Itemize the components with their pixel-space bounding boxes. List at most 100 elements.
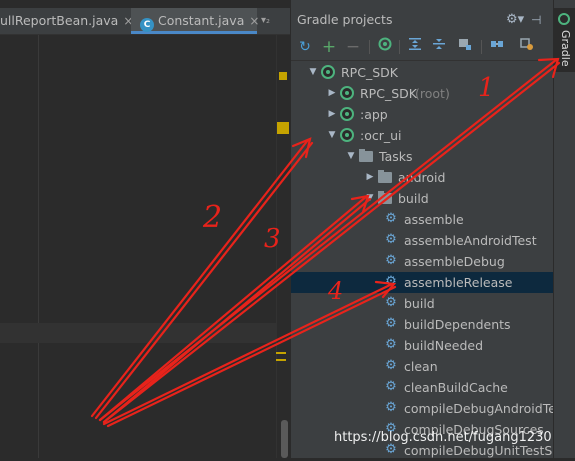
tree-row-sublabel: (root) [415, 86, 450, 101]
task-gear-icon: ⚙ [385, 232, 397, 247]
tab-label: Constant.java [158, 13, 245, 28]
hide-panel-icon[interactable]: ⊣ [531, 8, 541, 32]
tree-row-label: build [404, 296, 435, 311]
remove-icon[interactable]: − [343, 37, 363, 57]
tree-row-label: assembleAndroidTest [404, 233, 537, 248]
panel-header: Gradle projects ⚙▾ ⊣ [291, 8, 554, 32]
error-stripe[interactable] [276, 35, 291, 458]
task-gear-icon: ⚙ [385, 253, 397, 268]
task-gear-icon: ⚙ [385, 211, 397, 226]
task-gear-icon: ⚙ [385, 442, 397, 457]
collapsed-arrow-icon[interactable]: ▶ [365, 167, 375, 188]
task-gear-icon: ⚙ [385, 295, 397, 310]
tree-row-label: buildDependents [404, 317, 511, 332]
tree-row-label: :ocr_ui [360, 128, 402, 143]
tree-row[interactable]: ▶ :app [291, 104, 554, 125]
tree-row[interactable]: ⚙ assembleRelease [291, 272, 554, 293]
gradle-module-icon [340, 128, 354, 142]
gutter-divider [38, 35, 39, 458]
tree-row[interactable]: ⚙ buildNeeded [291, 335, 554, 356]
watermark: https://blog.csdn.net/fugang1230 [334, 430, 552, 445]
expanded-arrow-icon[interactable]: ▼ [327, 125, 337, 146]
warning-marker[interactable] [279, 72, 287, 80]
collapse-all-icon[interactable] [429, 37, 449, 57]
task-gear-icon: ⚙ [385, 316, 397, 331]
tree-row-label: assembleRelease [404, 275, 513, 290]
collapsed-arrow-icon[interactable]: ▶ [327, 104, 337, 125]
gradle-task-tree: ▼ RPC_SDK ▶ RPC_SDK (root) ▶:app ▼:ocr_ui ▼ Task… [291, 62, 556, 458]
gradle-module-icon [340, 86, 354, 100]
task-gear-icon: ⚙ [385, 274, 397, 289]
tree-row[interactable]: ⚙ assembleDebug [291, 251, 554, 272]
link-icon[interactable] [487, 37, 507, 57]
gradle-module-icon [321, 65, 335, 79]
warning-marker[interactable] [277, 122, 289, 134]
expanded-arrow-icon[interactable]: ▼ [308, 62, 318, 83]
editor-body[interactable] [0, 35, 290, 458]
task-gear-icon: ⚙ [385, 337, 397, 352]
toolbar-separator [399, 40, 400, 54]
tree-row-label: compileDebugAndroidTe [404, 401, 556, 416]
tree-row[interactable]: ⚙ clean [291, 356, 554, 377]
tree-row[interactable]: ⚙ buildDependents [291, 314, 554, 335]
task-gear-icon: ⚙ [385, 358, 397, 373]
right-tool-strip: Gradle [553, 0, 575, 458]
tree-row-label: cleanBuildCache [404, 380, 508, 395]
execute-task-icon[interactable] [375, 37, 395, 57]
refresh-icon[interactable]: ↻ [295, 37, 315, 57]
task-gear-icon: ⚙ [385, 400, 397, 415]
gradle-projects-panel: Gradle projects ⚙▾ ⊣ ↻ + − ▼ RPC_SDK ▶ RPC_… [290, 0, 556, 458]
gradle-icon [558, 13, 570, 25]
group-modules-icon[interactable] [455, 37, 475, 57]
gradle-module-icon [340, 107, 354, 121]
tree-row-label: RPC_SDK [341, 65, 398, 80]
expanded-arrow-icon[interactable]: ▼ [365, 188, 375, 209]
tree-row[interactable]: ▼ RPC_SDK [291, 62, 554, 83]
class-icon: C [140, 18, 154, 32]
editor-tab-bar: ullReportBean.java × C Constant.java × ▾₂ [0, 8, 290, 35]
gradle-toolbar: ↻ + − [291, 34, 554, 61]
tree-row-label: Tasks [379, 149, 413, 164]
task-gear-icon: ⚙ [385, 379, 397, 394]
code-editor: ullReportBean.java × C Constant.java × ▾₂ [0, 0, 291, 458]
tree-row[interactable]: ⚙ compileDebugAndroidTe [291, 398, 556, 419]
expand-all-icon[interactable] [405, 37, 425, 57]
tree-row[interactable]: ▼ :ocr_ui [291, 125, 554, 146]
tree-row[interactable]: ▶ RPC_SDK (root) [291, 83, 554, 104]
close-icon[interactable]: × [249, 14, 259, 28]
tree-row-label: android [398, 170, 446, 185]
gradle-tool-window-button[interactable]: Gradle [554, 8, 575, 72]
tab-constant[interactable]: C Constant.java × [131, 8, 259, 34]
add-icon[interactable]: + [319, 37, 339, 57]
tree-row-label: buildNeeded [404, 338, 484, 353]
settings-icon[interactable] [517, 37, 537, 57]
expanded-arrow-icon[interactable]: ▼ [346, 146, 356, 167]
toolbar-separator [481, 40, 482, 54]
gradle-tool-label: Gradle [559, 30, 572, 67]
toolbar-separator [369, 40, 370, 54]
tree-row-label: :app [360, 107, 388, 122]
warning-stripe-mark[interactable] [276, 352, 286, 354]
tree-row[interactable]: ▼ Tasks [291, 146, 554, 167]
tree-row-label: build [398, 191, 429, 206]
tree-row[interactable]: ▼ build [291, 188, 554, 209]
warning-stripe-mark[interactable] [276, 359, 286, 361]
folder-icon [378, 191, 392, 204]
tab-overflow-dropdown[interactable]: ▾₂ [261, 8, 270, 34]
editor-scrollbar-thumb[interactable] [281, 420, 288, 458]
tree-row[interactable]: ⚙ cleanBuildCache [291, 377, 554, 398]
tree-row[interactable]: ⚙ build [291, 293, 554, 314]
panel-title: Gradle projects [297, 12, 393, 27]
tree-row[interactable]: ⚙ assembleAndroidTest [291, 230, 554, 251]
tab-fullreportbean[interactable]: ullReportBean.java × [0, 8, 133, 34]
tree-row-label: assemble [404, 212, 464, 227]
tree-row[interactable]: ⚙ assemble [291, 209, 554, 230]
tree-row-label: assembleDebug [404, 254, 505, 269]
tree-row-label: clean [404, 359, 438, 374]
gear-icon[interactable]: ⚙▾ [506, 8, 524, 32]
tree-row-label: RPC_SDK [360, 86, 417, 101]
collapsed-arrow-icon[interactable]: ▶ [327, 83, 337, 104]
tab-label: ullReportBean.java [0, 13, 119, 28]
tree-row[interactable]: ▶ android [291, 167, 554, 188]
current-line-highlight [0, 323, 290, 343]
